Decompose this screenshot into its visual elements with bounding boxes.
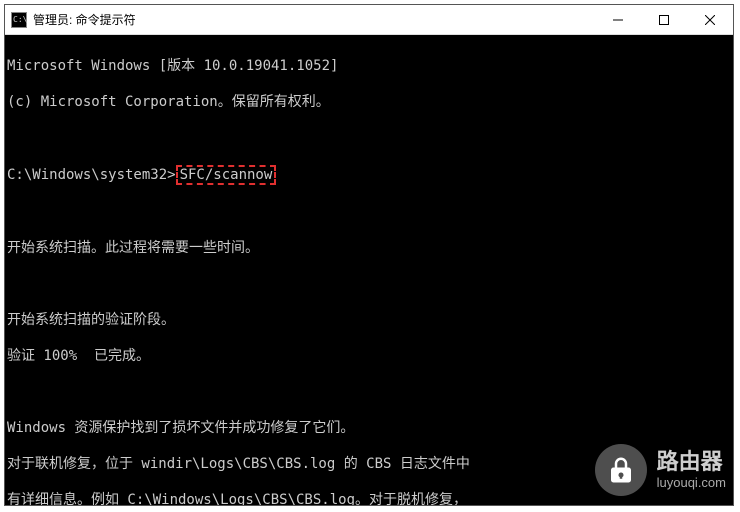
minimize-button[interactable] — [595, 5, 641, 34]
terminal-line: 开始系统扫描的验证阶段。 — [7, 311, 731, 329]
terminal-blank — [7, 203, 731, 221]
terminal-blank — [7, 275, 731, 293]
terminal-line: Microsoft Windows [版本 10.0.19041.1052] — [7, 57, 731, 75]
terminal-body[interactable]: Microsoft Windows [版本 10.0.19041.1052] (… — [5, 35, 733, 505]
terminal-line: 验证 100% 已完成。 — [7, 347, 731, 365]
terminal-blank — [7, 129, 731, 147]
terminal-blank — [7, 383, 731, 401]
terminal-line: 有详细信息。例如 C:\Windows\Logs\CBS\CBS.log。对于脱… — [7, 491, 731, 505]
titlebar[interactable]: C:\ 管理员: 命令提示符 — [5, 5, 733, 35]
terminal-line: 对于联机修复，位于 windir\Logs\CBS\CBS.log 的 CBS … — [7, 455, 731, 473]
cmd-icon: C:\ — [11, 12, 27, 28]
terminal-line: (c) Microsoft Corporation。保留所有权利。 — [7, 93, 731, 111]
close-button[interactable] — [687, 5, 733, 34]
highlighted-command: SFC/scannow — [176, 165, 277, 185]
window-title: 管理员: 命令提示符 — [33, 11, 595, 28]
prompt: C:\Windows\system32> — [7, 167, 176, 183]
terminal-line: Windows 资源保护找到了损坏文件并成功修复了它们。 — [7, 419, 731, 437]
cmd-window: C:\ 管理员: 命令提示符 Microsoft Windows [版本 10.… — [4, 4, 734, 506]
terminal-line: 开始系统扫描。此过程将需要一些时间。 — [7, 239, 731, 257]
window-controls — [595, 5, 733, 34]
maximize-button[interactable] — [641, 5, 687, 34]
terminal-prompt-line: C:\Windows\system32>SFC/scannow — [7, 165, 731, 185]
